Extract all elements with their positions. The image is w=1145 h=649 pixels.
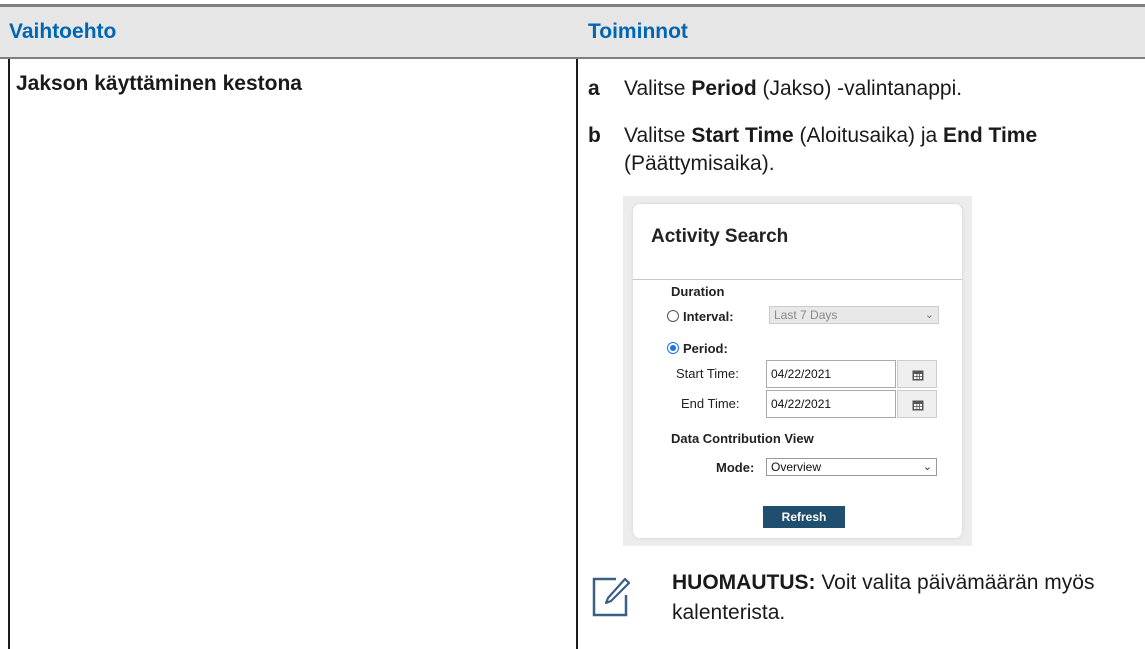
step-ui-term: Period — [691, 77, 757, 100]
period-radio[interactable] — [667, 342, 679, 354]
step-text-part: Valitse — [624, 77, 692, 100]
interval-label: Interval: — [683, 309, 734, 324]
step-text-part: (Aloitusaika) ja — [793, 124, 944, 147]
chevron-down-icon: ⌄ — [922, 461, 932, 473]
option-cell: Jakson käyttäminen kestona — [16, 72, 302, 95]
step-letter: b — [588, 124, 601, 147]
card-title: Activity Search — [651, 226, 789, 247]
step-text: Valitse Period (Jakso) -valintanappi. — [624, 75, 1094, 103]
step-ui-term: Start Time — [691, 124, 794, 147]
step-text-part: (Jakso) -valintanappi. — [756, 77, 963, 100]
mode-label: Mode: — [716, 460, 755, 475]
calendar-icon — [912, 400, 924, 411]
start-time-label: Start Time: — [676, 366, 739, 381]
activity-search-screenshot: Activity Search Duration Interval: Last … — [623, 196, 972, 546]
card-divider — [633, 279, 962, 280]
interval-select-value: Last 7 Days — [774, 308, 838, 322]
end-time-input[interactable]: 04/22/2021 — [766, 390, 896, 418]
mode-select[interactable]: Overview ⌄ — [766, 458, 937, 476]
note-label: HUOMAUTUS: — [672, 571, 816, 594]
step-letter: a — [588, 77, 600, 100]
table-left-border — [8, 59, 10, 649]
interval-radio[interactable] — [667, 310, 679, 322]
step-text-part: (Päättymisaika). — [624, 152, 775, 175]
data-contribution-view-heading: Data Contribution View — [671, 431, 814, 446]
chevron-down-icon: ⌄ — [924, 309, 934, 321]
step-text: Valitse Start Time (Aloitusaika) ja End … — [624, 122, 1094, 178]
activity-search-card: Activity Search Duration Interval: Last … — [633, 204, 962, 538]
note-text: HUOMAUTUS: Voit valita päivämäärän myös … — [672, 568, 1102, 628]
end-time-label: End Time: — [681, 396, 740, 411]
step-text-part: Valitse — [624, 124, 692, 147]
step-ui-term: End Time — [943, 124, 1038, 147]
column-header-option: Vaihtoehto — [9, 20, 117, 43]
calendar-icon — [912, 370, 924, 381]
period-label: Period: — [683, 341, 728, 356]
start-calendar-button[interactable] — [897, 360, 937, 388]
end-calendar-button[interactable] — [897, 390, 937, 418]
note-icon — [592, 577, 630, 617]
duration-heading: Duration — [671, 284, 725, 299]
start-time-input[interactable]: 04/22/2021 — [766, 360, 896, 388]
table-header-row — [0, 7, 1145, 57]
table-column-divider — [576, 59, 578, 649]
refresh-button[interactable]: Refresh — [763, 506, 845, 528]
interval-select[interactable]: Last 7 Days ⌄ — [769, 306, 939, 324]
column-header-actions: Toiminnot — [588, 20, 688, 43]
instruction-table: Vaihtoehto Toiminnot Jakson käyttäminen … — [0, 0, 1145, 649]
table-header-rule — [0, 57, 1145, 59]
mode-select-value: Overview — [771, 460, 822, 474]
